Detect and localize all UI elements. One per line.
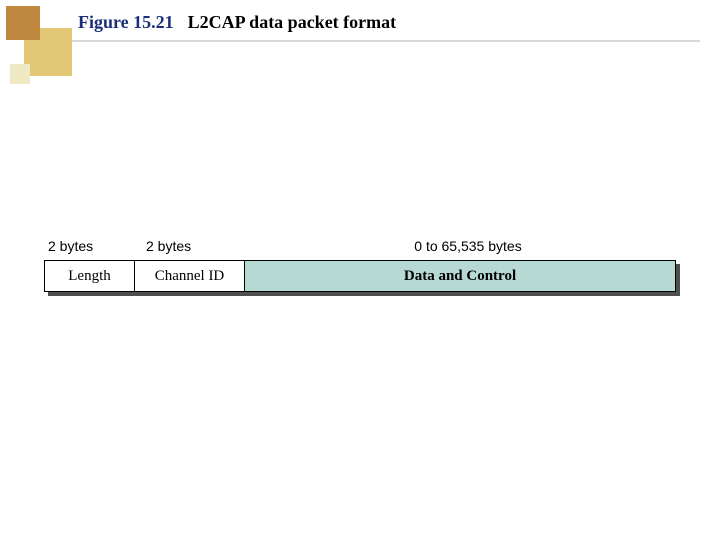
square-light xyxy=(10,64,30,84)
field-length: Length xyxy=(45,261,135,291)
size-row: 2 bytes 2 bytes 0 to 65,535 bytes xyxy=(44,236,676,256)
size-length: 2 bytes xyxy=(44,236,142,256)
packet-diagram: 2 bytes 2 bytes 0 to 65,535 bytes Length… xyxy=(44,236,676,292)
figure-title-row: Figure 15.21 L2CAP data packet format xyxy=(78,12,396,33)
decorative-squares xyxy=(0,0,80,90)
figure-caption: L2CAP data packet format xyxy=(188,12,396,33)
square-orange xyxy=(6,6,40,40)
size-channel-id: 2 bytes xyxy=(142,236,260,256)
field-data-control: Data and Control xyxy=(245,261,675,291)
figure-label: Figure 15.21 xyxy=(78,12,174,33)
field-row: Length Channel ID Data and Control xyxy=(44,260,676,292)
title-underline xyxy=(70,40,700,42)
size-data: 0 to 65,535 bytes xyxy=(260,236,676,256)
field-row-wrap: Length Channel ID Data and Control xyxy=(44,260,676,292)
field-channel-id: Channel ID xyxy=(135,261,245,291)
